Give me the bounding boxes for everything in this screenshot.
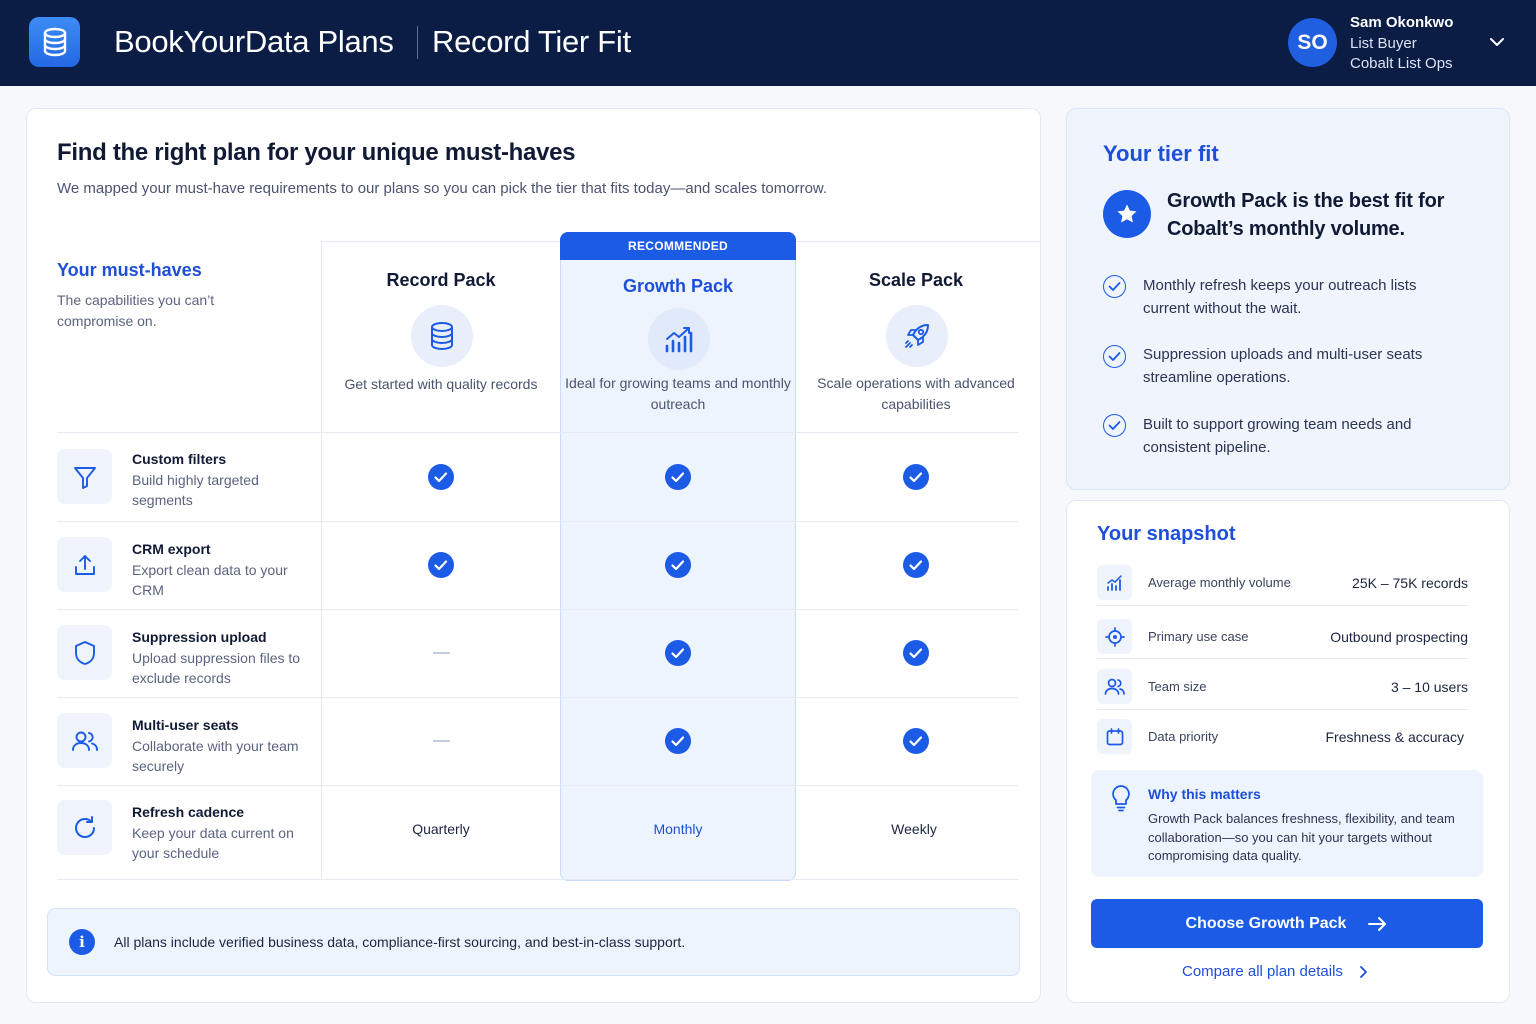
check-icon-record <box>428 552 454 578</box>
snapshot-divider <box>1097 605 1468 606</box>
not-included-dash-record <box>433 740 450 742</box>
avatar[interactable]: SO <box>1288 18 1337 67</box>
check-icon-growth <box>665 552 691 578</box>
page-title: Record Tier Fit <box>432 24 631 59</box>
page-subheading: We mapped your must-have requirements to… <box>57 180 828 197</box>
plan-name-scale[interactable]: Scale Pack <box>798 270 1034 291</box>
snapshot-value-data-priority: Freshness & accuracy <box>1325 729 1465 745</box>
tier-fit-title: Your tier fit <box>1103 141 1219 166</box>
chevron-right-icon <box>1360 965 1367 978</box>
snapshot-label-data-priority: Data priority <box>1148 729 1219 744</box>
compare-plans-link[interactable]: Compare all plan details <box>1182 963 1368 980</box>
row-divider <box>57 609 1018 610</box>
musthaves-description: The capabilities you can’t compromise on… <box>57 292 215 329</box>
star-icon <box>1103 190 1151 238</box>
upload-icon <box>57 537 112 592</box>
chart-growth-icon <box>648 308 710 370</box>
check-icon-growth <box>665 728 691 754</box>
user-role: List Buyer <box>1350 35 1417 52</box>
why-text: Growth Pack balances freshness, flexibil… <box>1148 811 1455 863</box>
check-icon-growth <box>665 464 691 490</box>
users-icon <box>1097 669 1132 704</box>
check-icon-scale <box>903 552 929 578</box>
info-icon: i <box>69 929 95 955</box>
feature-desc-custom-filters: Build highly targeted segments <box>132 472 259 508</box>
snapshot-divider <box>1097 709 1468 710</box>
plan-name-growth[interactable]: Growth Pack <box>560 276 796 297</box>
not-included-dash-record <box>433 652 450 654</box>
musthaves-title: Your must-haves <box>57 260 202 280</box>
feature-title-crm-export: CRM export <box>132 541 211 557</box>
check-icon-scale <box>903 464 929 490</box>
title-divider <box>417 26 418 59</box>
row-divider <box>57 785 1018 786</box>
user-org: Cobalt List Ops <box>1350 55 1453 72</box>
check-icon-record <box>428 464 454 490</box>
row-divider <box>57 432 1018 433</box>
tier-fit-reason: Suppression uploads and multi-user seats… <box>1143 346 1423 386</box>
users-icon <box>57 713 112 768</box>
check-icon-scale <box>903 640 929 666</box>
tier-fit-headline: Growth Pack is the best fit for Cobalt’s… <box>1167 190 1445 240</box>
chevron-down-icon[interactable] <box>1488 34 1506 55</box>
info-banner-text: All plans include verified business data… <box>114 934 686 950</box>
snapshot-divider <box>1097 658 1468 659</box>
database-icon <box>411 305 473 367</box>
tier-fit-reason: Built to support growing team needs and … <box>1143 416 1412 456</box>
cadence-growth: Monthly <box>653 821 703 837</box>
feature-title-suppression-upload: Suppression upload <box>132 629 267 645</box>
row-divider <box>57 879 1018 880</box>
feature-desc-refresh-cadence: Keep your data current on your schedule <box>132 825 294 861</box>
snapshot-value-use-case: Outbound prospecting <box>1330 629 1468 645</box>
feature-title-multi-user-seats: Multi-user seats <box>132 717 239 733</box>
row-divider <box>57 697 1018 698</box>
cadence-record: Quarterly <box>412 821 470 837</box>
check-circle-icon <box>1103 345 1126 368</box>
refresh-icon <box>57 800 112 855</box>
target-icon <box>1097 619 1132 654</box>
tier-fit-reason: Monthly refresh keeps your outreach list… <box>1143 277 1417 317</box>
plan-desc-growth: Ideal for growing teams and monthly outr… <box>565 375 791 412</box>
page-heading: Find the right plan for your unique must… <box>57 139 576 166</box>
snapshot-value-team-size: 3 – 10 users <box>1390 679 1468 695</box>
snapshot-label-use-case: Primary use case <box>1148 629 1249 644</box>
check-icon-growth <box>665 640 691 666</box>
app-title[interactable]: BookYourData Plans <box>114 24 394 60</box>
check-icon-scale <box>903 728 929 754</box>
rocket-icon <box>886 305 948 367</box>
feature-title-custom-filters: Custom filters <box>132 451 227 467</box>
plan-desc-scale: Scale operations with advanced capabilit… <box>817 375 1015 412</box>
filter-icon <box>57 449 112 504</box>
feature-desc-multi-user-seats: Collaborate with your team securely <box>132 738 299 774</box>
feature-desc-crm-export: Export clean data to your CRM <box>132 562 288 598</box>
snapshot-label-team-size: Team size <box>1148 679 1207 694</box>
plan-desc-record: Get started with quality records <box>344 376 538 392</box>
feature-desc-suppression-upload: Upload suppression files to exclude reco… <box>132 650 301 686</box>
check-circle-icon <box>1103 414 1126 437</box>
bar-chart-icon <box>1097 565 1132 600</box>
snapshot-value-volume: 25K – 75K records <box>1352 575 1468 591</box>
recommended-badge: RECOMMENDED <box>560 232 796 260</box>
calendar-icon <box>1097 719 1132 754</box>
why-title: Why this matters <box>1148 786 1261 802</box>
choose-growth-pack-button[interactable]: Choose Growth Pack <box>1091 899 1483 948</box>
check-circle-icon <box>1103 275 1126 298</box>
database-logo-icon[interactable] <box>29 17 80 67</box>
user-name[interactable]: Sam Okonkwo <box>1350 14 1453 31</box>
snapshot-label-volume: Average monthly volume <box>1148 575 1291 590</box>
snapshot-title: Your snapshot <box>1097 523 1236 545</box>
row-divider <box>57 521 1018 522</box>
lightbulb-icon <box>1109 784 1133 817</box>
feature-title-refresh-cadence: Refresh cadence <box>132 804 245 820</box>
cta-label: Choose Growth Pack <box>1185 914 1347 932</box>
shield-icon <box>57 625 112 680</box>
plan-name-record[interactable]: Record Pack <box>323 270 559 291</box>
arrow-right-icon <box>1368 916 1387 931</box>
cadence-scale: Weekly <box>891 821 937 837</box>
compare-link-label: Compare all plan details <box>1182 963 1343 980</box>
